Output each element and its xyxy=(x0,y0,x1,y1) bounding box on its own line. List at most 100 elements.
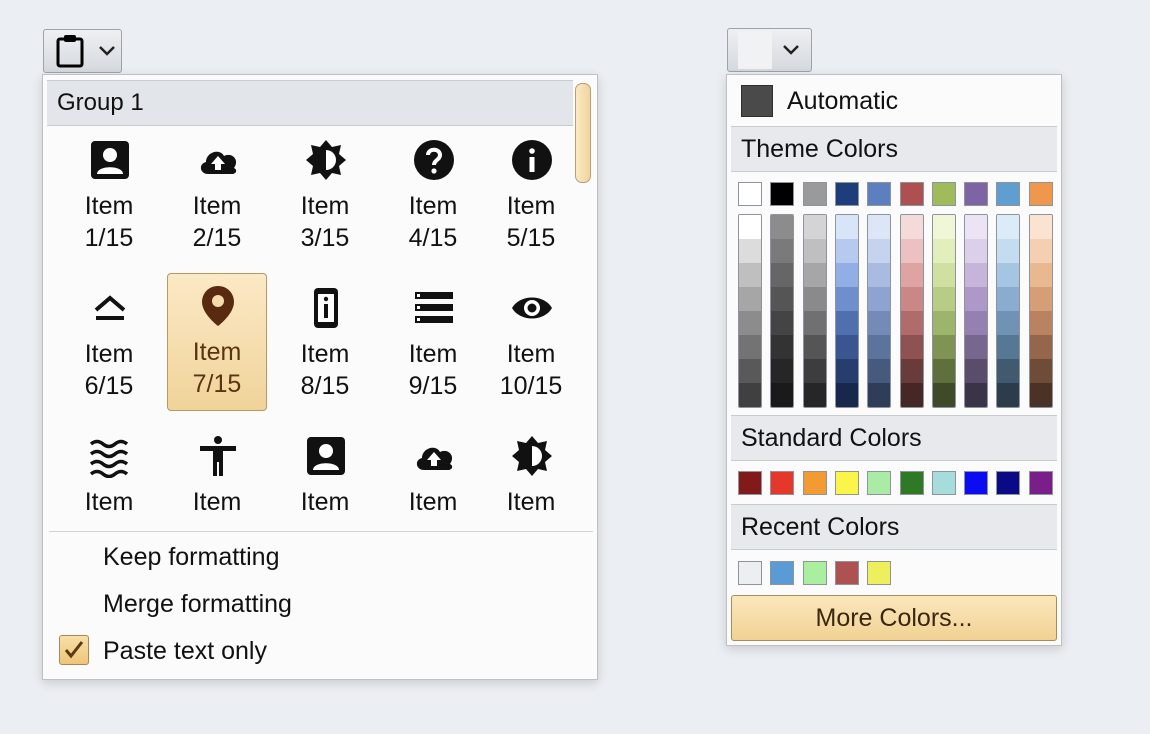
theme-shade-swatch[interactable] xyxy=(965,383,987,407)
theme-shade-swatch[interactable] xyxy=(997,311,1019,335)
theme-shade-swatch[interactable] xyxy=(997,287,1019,311)
theme-shade-swatch[interactable] xyxy=(1030,287,1052,311)
theme-color-swatch[interactable] xyxy=(964,182,988,206)
gallery-item[interactable]: Item 5/15 xyxy=(481,127,573,265)
theme-shade-swatch[interactable] xyxy=(997,239,1019,263)
theme-shade-swatch[interactable] xyxy=(836,335,858,359)
theme-shade-swatch[interactable] xyxy=(771,287,793,311)
theme-shade-swatch[interactable] xyxy=(1030,311,1052,335)
theme-shade-swatch[interactable] xyxy=(933,239,955,263)
theme-shade-swatch[interactable] xyxy=(739,311,761,335)
theme-shade-swatch[interactable] xyxy=(965,215,987,239)
paste-split-button[interactable] xyxy=(43,29,122,73)
theme-shade-swatch[interactable] xyxy=(965,239,987,263)
theme-shade-swatch[interactable] xyxy=(997,383,1019,407)
theme-shade-swatch[interactable] xyxy=(771,239,793,263)
theme-shade-swatch[interactable] xyxy=(1030,263,1052,287)
standard-color-swatch[interactable] xyxy=(964,471,988,495)
gallery-item[interactable]: Item xyxy=(167,423,267,531)
theme-shade-swatch[interactable] xyxy=(804,311,826,335)
standard-color-swatch[interactable] xyxy=(932,471,956,495)
theme-shade-swatch[interactable] xyxy=(965,287,987,311)
gallery-scrollbar[interactable] xyxy=(575,83,591,185)
theme-shade-swatch[interactable] xyxy=(739,287,761,311)
theme-shade-swatch[interactable] xyxy=(901,383,923,407)
theme-shade-swatch[interactable] xyxy=(804,383,826,407)
theme-shade-swatch[interactable] xyxy=(901,287,923,311)
theme-shade-swatch[interactable] xyxy=(901,311,923,335)
theme-shade-swatch[interactable] xyxy=(933,287,955,311)
gallery-item[interactable]: Item xyxy=(383,423,483,531)
theme-shade-swatch[interactable] xyxy=(804,359,826,383)
theme-shade-swatch[interactable] xyxy=(1030,359,1052,383)
standard-color-swatch[interactable] xyxy=(738,471,762,495)
theme-shade-swatch[interactable] xyxy=(836,359,858,383)
recent-color-swatch[interactable] xyxy=(803,561,827,585)
paste-text-only-item[interactable]: Paste text only xyxy=(103,631,267,671)
theme-shade-swatch[interactable] xyxy=(997,359,1019,383)
clipboard-icon[interactable] xyxy=(44,29,96,73)
theme-shade-swatch[interactable] xyxy=(771,335,793,359)
theme-color-swatch[interactable] xyxy=(996,182,1020,206)
standard-color-swatch[interactable] xyxy=(770,471,794,495)
automatic-color-row[interactable]: Automatic xyxy=(727,75,1061,125)
gallery-item[interactable]: Item xyxy=(481,423,573,531)
theme-shade-swatch[interactable] xyxy=(868,287,890,311)
theme-shade-swatch[interactable] xyxy=(933,335,955,359)
theme-shade-swatch[interactable] xyxy=(739,383,761,407)
chevron-down-icon[interactable] xyxy=(780,28,802,72)
theme-shade-swatch[interactable] xyxy=(933,263,955,287)
gallery-item[interactable]: Item 8/15 xyxy=(275,275,375,413)
gallery-item[interactable]: Item 1/15 xyxy=(59,127,159,265)
gallery-item[interactable]: Item xyxy=(59,423,159,531)
theme-shade-swatch[interactable] xyxy=(836,311,858,335)
recent-color-swatch[interactable] xyxy=(770,561,794,585)
theme-shade-swatch[interactable] xyxy=(933,359,955,383)
gallery-item[interactable]: Item 2/15 xyxy=(167,127,267,265)
theme-shade-swatch[interactable] xyxy=(868,383,890,407)
theme-shade-swatch[interactable] xyxy=(868,263,890,287)
recent-color-swatch[interactable] xyxy=(867,561,891,585)
theme-shade-swatch[interactable] xyxy=(836,239,858,263)
theme-shade-swatch[interactable] xyxy=(901,335,923,359)
theme-shade-swatch[interactable] xyxy=(901,359,923,383)
theme-color-swatch[interactable] xyxy=(1029,182,1053,206)
standard-color-swatch[interactable] xyxy=(867,471,891,495)
more-colors-button[interactable]: More Colors... xyxy=(731,595,1057,641)
theme-shade-swatch[interactable] xyxy=(771,263,793,287)
recent-color-swatch[interactable] xyxy=(835,561,859,585)
theme-color-swatch[interactable] xyxy=(867,182,891,206)
keep-formatting-item[interactable]: Keep formatting xyxy=(103,537,280,577)
theme-shade-swatch[interactable] xyxy=(804,215,826,239)
standard-color-swatch[interactable] xyxy=(900,471,924,495)
theme-shade-swatch[interactable] xyxy=(836,263,858,287)
gallery-item[interactable]: Item 10/15 xyxy=(481,275,573,413)
theme-color-swatch[interactable] xyxy=(770,182,794,206)
theme-color-swatch[interactable] xyxy=(803,182,827,206)
theme-shade-swatch[interactable] xyxy=(804,287,826,311)
theme-shade-swatch[interactable] xyxy=(804,263,826,287)
theme-shade-swatch[interactable] xyxy=(739,263,761,287)
theme-shade-swatch[interactable] xyxy=(739,239,761,263)
standard-color-swatch[interactable] xyxy=(803,471,827,495)
gallery-item[interactable]: Item 6/15 xyxy=(59,275,159,413)
theme-shade-swatch[interactable] xyxy=(1030,383,1052,407)
theme-shade-swatch[interactable] xyxy=(933,311,955,335)
theme-shade-swatch[interactable] xyxy=(739,215,761,239)
theme-shade-swatch[interactable] xyxy=(901,239,923,263)
theme-shade-swatch[interactable] xyxy=(868,335,890,359)
theme-shade-swatch[interactable] xyxy=(804,335,826,359)
gallery-item[interactable]: Item 7/15 xyxy=(167,273,267,411)
theme-shade-swatch[interactable] xyxy=(836,383,858,407)
theme-color-swatch[interactable] xyxy=(738,182,762,206)
theme-shade-swatch[interactable] xyxy=(771,383,793,407)
gallery-item[interactable]: Item xyxy=(275,423,375,531)
theme-shade-swatch[interactable] xyxy=(804,239,826,263)
theme-shade-swatch[interactable] xyxy=(1030,335,1052,359)
theme-shade-swatch[interactable] xyxy=(739,359,761,383)
gallery-item[interactable]: Item 3/15 xyxy=(275,127,375,265)
recent-color-swatch[interactable] xyxy=(738,561,762,585)
theme-shade-swatch[interactable] xyxy=(997,263,1019,287)
theme-shade-swatch[interactable] xyxy=(868,215,890,239)
gallery-item[interactable]: Item 4/15 xyxy=(383,127,483,265)
